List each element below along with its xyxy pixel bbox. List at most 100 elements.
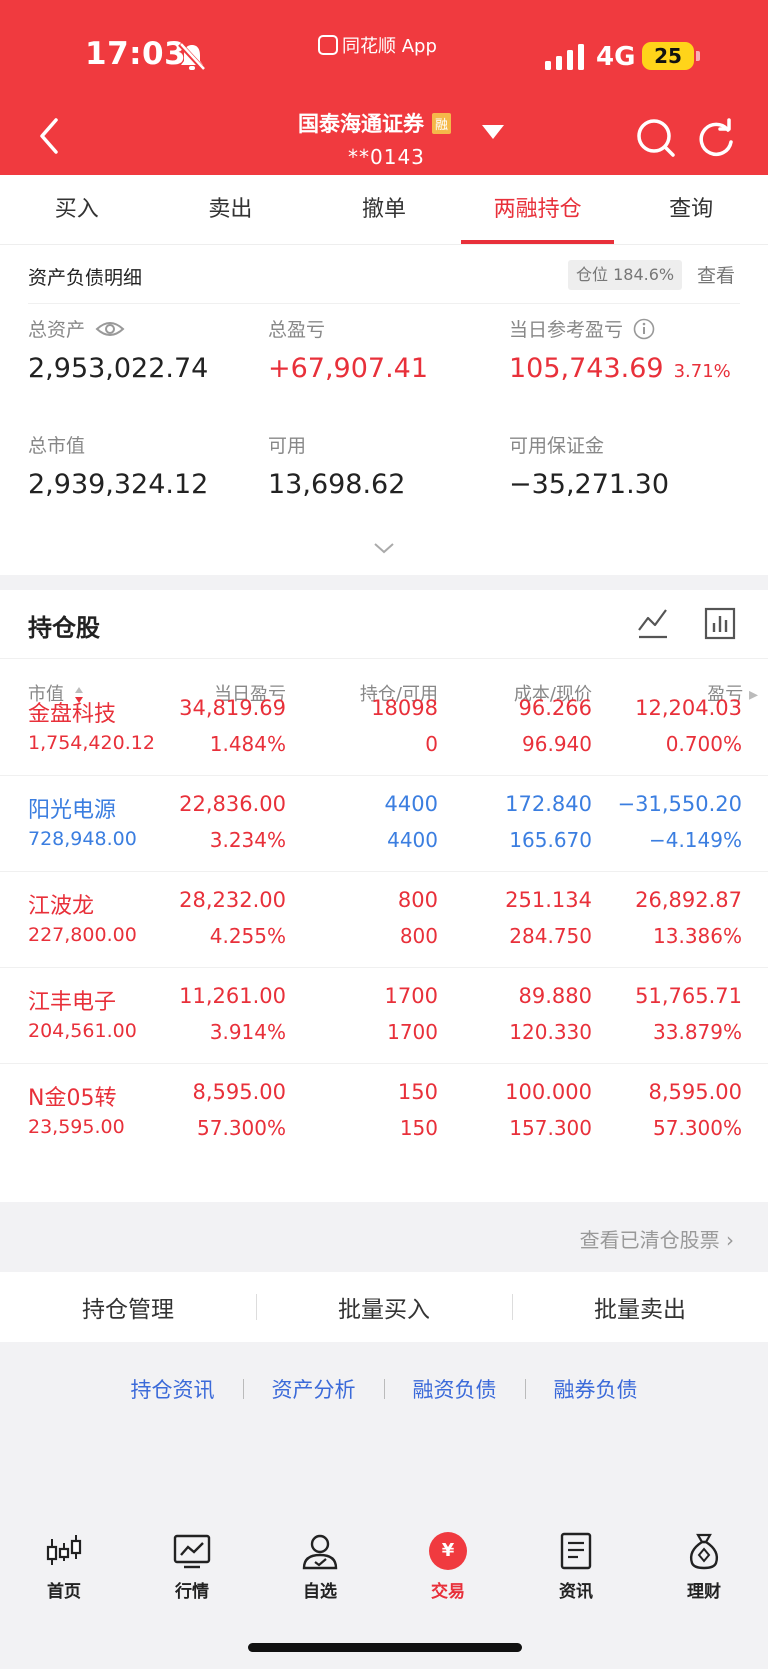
market-value: 1,754,420.12 <box>28 732 155 754</box>
cost-price: 172.840 <box>505 792 592 816</box>
daily-pnl-label: 当日参考盈亏 <box>509 315 655 342</box>
broker-selector[interactable]: 国泰海通证券 融 <box>298 108 452 138</box>
tab-margin-holdings[interactable]: 两融持仓 <box>460 175 615 244</box>
refresh-icon[interactable] <box>694 116 738 160</box>
manage-holdings-button[interactable]: 持仓管理 <box>0 1290 256 1324</box>
cost-price: 89.880 <box>518 984 592 1008</box>
daily-pnl: 8,595.00 <box>192 1080 286 1104</box>
available-value: 13,698.62 <box>268 469 406 500</box>
pnl-pct: 0.700% <box>665 732 742 756</box>
table-row[interactable]: 金盘科技 1,754,420.12 34,819.69 1.484% 18098… <box>0 680 768 776</box>
app-indicator: 同花顺 App <box>318 32 437 58</box>
daily-pnl-pct: 3.71% <box>673 361 731 382</box>
margin-badge: 融 <box>432 112 452 134</box>
back-button[interactable] <box>30 112 70 160</box>
current-price: 284.750 <box>509 924 592 948</box>
view-link[interactable]: 查看 <box>697 261 735 288</box>
broker-name: 国泰海通证券 <box>298 112 424 136</box>
position: 800 <box>397 888 438 912</box>
daily-pnl-label-text: 当日参考盈亏 <box>509 319 624 341</box>
expand-chevron-icon[interactable] <box>372 541 396 555</box>
money-bag-icon <box>689 1533 719 1570</box>
market-value: 204,561.00 <box>28 1020 137 1042</box>
available-qty: 0 <box>425 732 438 756</box>
divider <box>383 1379 385 1399</box>
pnl-pct: −4.149% <box>648 828 742 852</box>
table-row[interactable]: 阳光电源 728,948.00 22,836.00 3.234% 4400 44… <box>0 776 768 872</box>
link-short-debt[interactable]: 融券负债 <box>554 1374 638 1404</box>
daily-pnl-pct: 4.255% <box>209 924 286 948</box>
link-holdings-news[interactable]: 持仓资讯 <box>131 1374 215 1404</box>
available-qty: 4400 <box>387 828 438 852</box>
status-time: 17:03 <box>85 36 187 72</box>
link-asset-analysis[interactable]: 资产分析 <box>272 1374 356 1404</box>
stock-name: 金盘科技 <box>28 702 117 727</box>
daily-pnl-pct: 57.300% <box>197 1116 286 1140</box>
daily-pnl: 11,261.00 <box>179 984 286 1008</box>
pnl: 26,892.87 <box>635 888 742 912</box>
table-row[interactable]: 江波龙 227,800.00 28,232.00 4.255% 800 800 … <box>0 872 768 968</box>
nav-wealth[interactable]: 理财 <box>640 1515 768 1669</box>
position: 1700 <box>384 984 438 1008</box>
bar-chart-icon[interactable] <box>704 606 736 640</box>
person-icon <box>302 1534 338 1570</box>
divider <box>242 1379 244 1399</box>
search-icon[interactable] <box>634 116 678 160</box>
pnl: 12,204.03 <box>635 696 742 720</box>
chevron-down-icon[interactable] <box>482 125 504 139</box>
table-row[interactable]: N金05转 23,595.00 8,595.00 57.300% 150 150… <box>0 1064 768 1160</box>
pnl-pct: 13.386% <box>653 924 742 948</box>
current-price: 165.670 <box>509 828 592 852</box>
total-assets-label: 总资产 <box>28 315 125 342</box>
daily-pnl-value: 105,743.69 <box>509 353 664 384</box>
trend-line-icon[interactable] <box>636 606 670 640</box>
stock-name: 江波龙 <box>28 894 95 919</box>
trade-tabs: 买入 卖出 撤单 两融持仓 查询 <box>0 175 768 245</box>
daily-pnl: 34,819.69 <box>179 696 286 720</box>
nav-label: 自选 <box>303 1582 337 1602</box>
tab-cancel[interactable]: 撤单 <box>307 175 461 244</box>
candlestick-icon <box>46 1535 82 1565</box>
document-icon <box>560 1532 592 1570</box>
available-label: 可用 <box>268 431 306 458</box>
tab-query[interactable]: 查询 <box>614 175 768 244</box>
batch-buy-button[interactable]: 批量买入 <box>256 1290 512 1324</box>
asset-detail-title: 资产负债明细 <box>28 267 143 289</box>
pnl-pct: 33.879% <box>653 1020 742 1044</box>
nav-label: 首页 <box>47 1582 81 1602</box>
tab-sell[interactable]: 卖出 <box>154 175 308 244</box>
current-price: 157.300 <box>509 1116 592 1140</box>
nav-market[interactable]: 行情 <box>128 1515 256 1669</box>
market-value: 728,948.00 <box>28 828 137 850</box>
chart-icon <box>173 1534 211 1569</box>
cleared-stocks-label: 查看已清仓股票 <box>579 1228 720 1252</box>
link-margin-debt[interactable]: 融资负债 <box>413 1374 497 1404</box>
nav-news[interactable]: 资讯 <box>512 1515 640 1669</box>
available-qty: 800 <box>399 924 438 948</box>
header: 17:03 同花顺 App 4G 25 国泰海通证券 融 **0143 <box>0 0 768 175</box>
daily-pnl: 28,232.00 <box>179 888 286 912</box>
daily-pnl-pct: 3.914% <box>209 1020 286 1044</box>
tab-buy[interactable]: 买入 <box>0 175 154 244</box>
divider <box>524 1379 526 1399</box>
available-margin-label-text: 可用保证金 <box>509 435 605 457</box>
eye-icon[interactable] <box>95 319 125 339</box>
market-value: 227,800.00 <box>28 924 137 946</box>
cleared-stocks-link[interactable]: 查看已清仓股票 › <box>580 1224 734 1253</box>
market-value-label-text: 总市值 <box>28 435 86 457</box>
batch-sell-button[interactable]: 批量卖出 <box>512 1290 768 1324</box>
daily-pnl-pct: 3.234% <box>209 828 286 852</box>
quick-links: 持仓资讯 资产分析 融资负债 融券负债 <box>0 1364 768 1414</box>
nav-label: 理财 <box>687 1582 721 1602</box>
available-margin-value: −35,271.30 <box>509 469 670 500</box>
cost-price: 96.266 <box>518 696 592 720</box>
pnl: 51,765.71 <box>635 984 742 1008</box>
market-value-label: 总市值 <box>28 431 85 458</box>
info-icon[interactable] <box>633 318 655 340</box>
available-margin-label: 可用保证金 <box>509 431 604 458</box>
bell-muted-icon <box>178 42 206 72</box>
nav-home[interactable]: 首页 <box>0 1515 128 1669</box>
total-assets-label-text: 总资产 <box>28 319 86 341</box>
table-row[interactable]: 江丰电子 204,561.00 11,261.00 3.914% 1700 17… <box>0 968 768 1064</box>
account-number: **0143 <box>348 145 425 169</box>
